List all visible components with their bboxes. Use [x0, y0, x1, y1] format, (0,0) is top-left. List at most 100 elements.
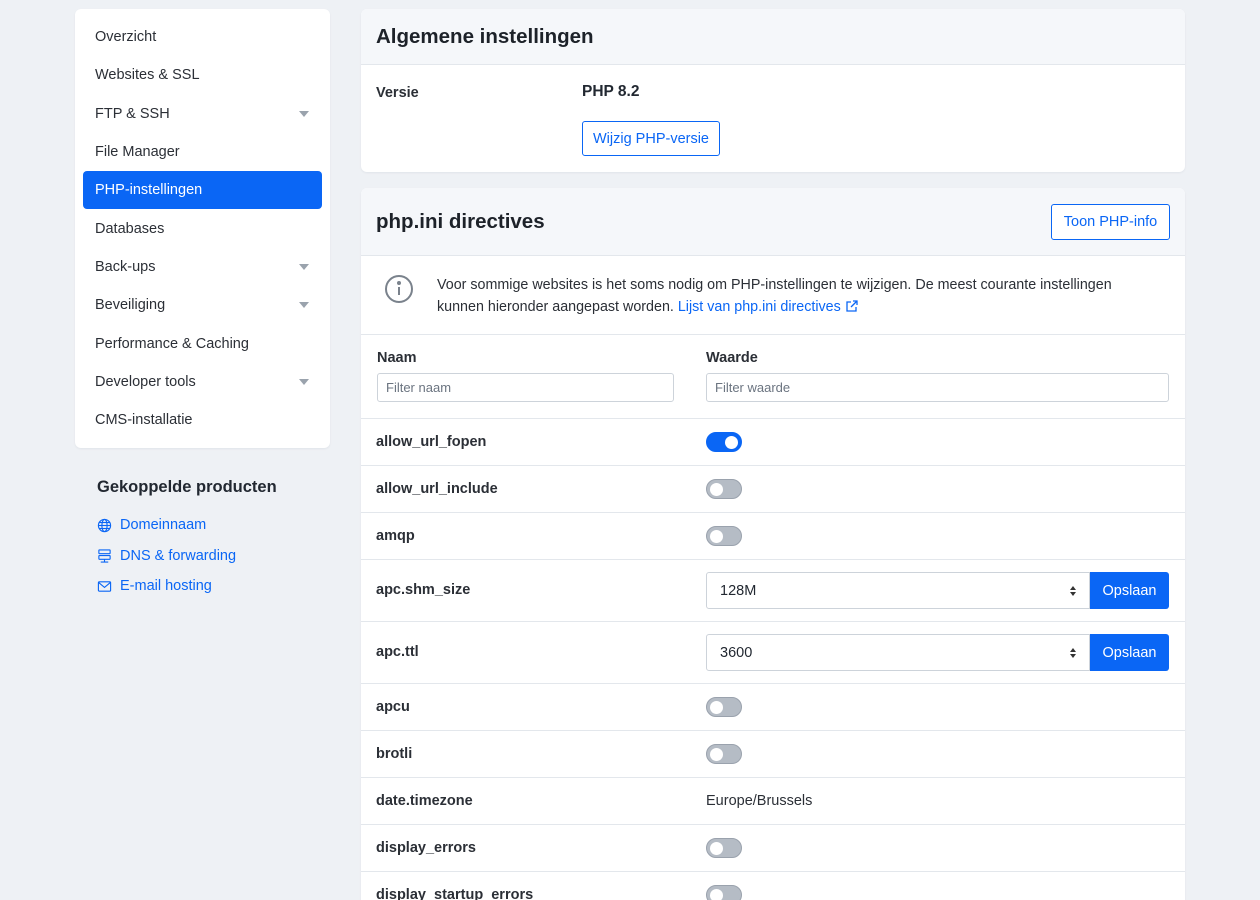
sidebar-item-back-ups[interactable]: Back-ups [83, 248, 322, 286]
general-settings-card: Algemene instellingen Versie PHP 8.2 Wij… [361, 9, 1185, 172]
filter-name-input[interactable] [377, 373, 674, 402]
directive-name: apc.ttl [376, 644, 419, 660]
linked-products-title: Gekoppelde producten [97, 478, 277, 496]
select-value: 128M [720, 582, 757, 599]
php-directives-title: php.ini directives [376, 209, 545, 233]
general-settings-title: Algemene instellingen [376, 24, 594, 48]
show-php-info-button[interactable]: Toon PHP-info [1051, 203, 1170, 240]
toggle-knob [710, 748, 723, 761]
info-text: Voor sommige websites is het soms nodig … [437, 274, 1137, 334]
sidebar-item-websites-ssl[interactable]: Websites & SSL [83, 56, 322, 94]
sidebar-item-databases[interactable]: Databases [83, 209, 322, 247]
directive-row: apc.ttl 3600 Opslaan [361, 622, 1185, 684]
dns-icon [98, 549, 111, 563]
directive-toggle[interactable] [706, 697, 742, 717]
directive-row: brotli [361, 731, 1185, 778]
php-directives-link-label: Lijst van php.ini directives [677, 299, 841, 315]
php-version-value: PHP 8.2 [582, 83, 640, 100]
sidebar-item-label: CMS-installatie [95, 412, 193, 429]
sidebar-item-label: Performance & Caching [95, 335, 249, 352]
linked-item-label: DNS & forwarding [120, 547, 237, 564]
mail-icon [97, 581, 112, 592]
column-header-name: Naam [377, 350, 417, 366]
php-directives-card: php.ini directives Toon PHP-info Voor so… [361, 188, 1185, 900]
sidebar-item-overzicht[interactable]: Overzicht [83, 18, 322, 56]
sidebar-item-ftp-ssh[interactable]: FTP & SSH [83, 95, 322, 133]
chevron-down-icon [299, 302, 309, 309]
sidebar-item-beveiliging[interactable]: Beveiliging [83, 286, 322, 324]
filter-row: Naam Waarde [361, 335, 1185, 419]
directive-name: apc.shm_size [376, 582, 471, 598]
directive-row: allow_url_fopen [361, 419, 1185, 466]
filter-value-input[interactable] [706, 373, 1169, 402]
sidebar-item-label: Developer tools [95, 373, 196, 390]
toggle-knob [710, 701, 723, 714]
toggle-knob [710, 530, 723, 543]
sidebar-item-php-instellingen[interactable]: PHP-instellingen [83, 171, 322, 210]
directive-row: display_errors [361, 825, 1185, 872]
chevron-down-icon [299, 263, 309, 270]
directive-row: amqp [361, 513, 1185, 560]
toggle-knob [725, 436, 738, 449]
sidebar-item-label: Beveiliging [95, 297, 166, 314]
external-link-icon [846, 300, 858, 312]
column-header-value: Waarde [706, 350, 758, 366]
select-arrows-icon [1070, 647, 1076, 658]
directive-value-select[interactable]: 3600 [706, 634, 1090, 671]
directive-name: allow_url_fopen [376, 434, 487, 450]
directive-toggle[interactable] [706, 838, 742, 858]
directive-name: brotli [376, 746, 413, 762]
select-value: 3600 [720, 644, 753, 661]
directive-name: allow_url_include [376, 481, 498, 497]
directive-toggle[interactable] [706, 744, 742, 764]
directive-toggle[interactable] [706, 479, 742, 499]
sidebar-item-file-manager[interactable]: File Manager [83, 133, 322, 171]
directive-row: apcu [361, 684, 1185, 731]
linked-item-dns-forwarding[interactable]: DNS & forwarding [97, 541, 337, 572]
info-icon [385, 275, 413, 303]
chevron-down-icon [299, 378, 309, 385]
select-arrows-icon [1070, 585, 1076, 596]
sidebar-item-label: Databases [95, 220, 165, 237]
directive-toggle[interactable] [706, 526, 742, 546]
toggle-knob [710, 842, 723, 855]
sidebar-item-performance-caching[interactable]: Performance & Caching [83, 324, 322, 362]
general-settings-header: Algemene instellingen [361, 9, 1185, 65]
directive-name: display_startup_errors [376, 887, 534, 900]
toggle-knob [710, 483, 723, 496]
directive-row: display_startup_errors [361, 872, 1185, 900]
directive-value-select[interactable]: 128M [706, 572, 1090, 609]
sidebar-item-cms-installatie[interactable]: CMS-installatie [83, 401, 322, 439]
sidebar-item-label: Back-ups [95, 258, 156, 275]
version-row: Versie PHP 8.2 Wijzig PHP-versie [361, 65, 1185, 171]
save-button[interactable]: Opslaan [1090, 572, 1169, 609]
php-directives-header: php.ini directives Toon PHP-info [361, 188, 1185, 256]
linked-item-label: Domeinnaam [120, 517, 207, 534]
save-button[interactable]: Opslaan [1090, 634, 1169, 671]
change-php-version-button[interactable]: Wijzig PHP-versie [582, 121, 720, 156]
globe-icon [97, 518, 112, 532]
info-message: Voor sommige websites is het soms nodig … [361, 256, 1185, 335]
directive-name: display_errors [376, 840, 476, 856]
linked-item-label: E-mail hosting [120, 578, 212, 595]
directive-row: apc.shm_size 128M Opslaan [361, 560, 1185, 622]
directive-toggle[interactable] [706, 432, 742, 452]
sidebar-item-label: FTP & SSH [95, 105, 170, 122]
directive-name: apcu [376, 699, 410, 715]
directive-row: date.timezone Europe/Brussels [361, 778, 1185, 825]
php-directives-list-link[interactable]: Lijst van php.ini directives [678, 299, 859, 315]
linked-item-domeinnaam[interactable]: Domeinnaam [97, 510, 337, 541]
sidebar-item-label: PHP-instellingen [95, 182, 203, 199]
linked-products: Gekoppelde producten Domeinnaam DNS & fo… [97, 478, 337, 602]
sidebar-item-label: Overzicht [95, 29, 157, 46]
directive-name: date.timezone [376, 793, 473, 809]
directive-row: allow_url_include [361, 466, 1185, 513]
toggle-knob [710, 889, 723, 900]
chevron-down-icon [299, 110, 309, 117]
directive-name: amqp [376, 528, 415, 544]
directive-toggle[interactable] [706, 885, 742, 900]
sidebar-item-label: Websites & SSL [95, 67, 200, 84]
sidebar-item-developer-tools[interactable]: Developer tools [83, 363, 322, 401]
sidebar-nav: Overzicht Websites & SSL FTP & SSH File … [75, 9, 330, 448]
linked-item-email-hosting[interactable]: E-mail hosting [97, 571, 337, 602]
